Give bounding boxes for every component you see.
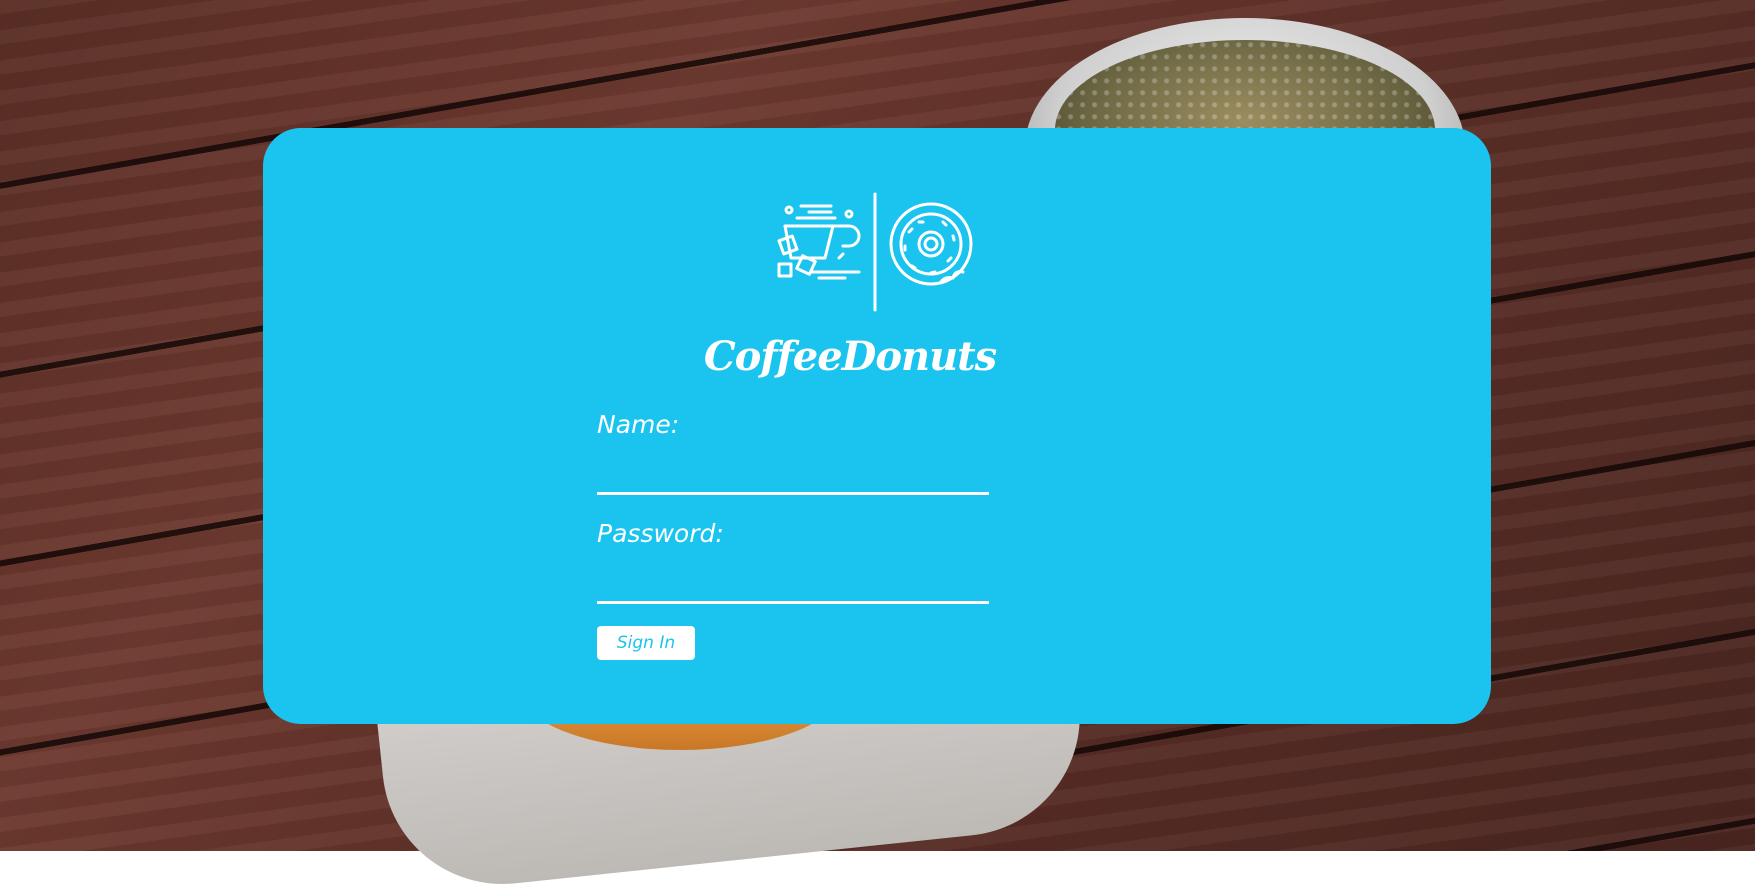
donut-icon	[889, 202, 973, 286]
password-input[interactable]	[597, 563, 989, 604]
name-input[interactable]	[597, 454, 989, 495]
login-card: CoffeeDonuts Name: Password: Sign In	[263, 128, 1491, 724]
password-label: Password:	[597, 519, 724, 548]
login-form: Name: Password: Sign In	[597, 408, 989, 660]
brand-name: CoffeeDonuts	[703, 333, 997, 380]
sign-in-button[interactable]: Sign In	[597, 626, 695, 660]
coffee-cup-icon	[777, 204, 861, 280]
name-label: Name:	[597, 410, 680, 439]
brand-logo	[771, 188, 979, 314]
